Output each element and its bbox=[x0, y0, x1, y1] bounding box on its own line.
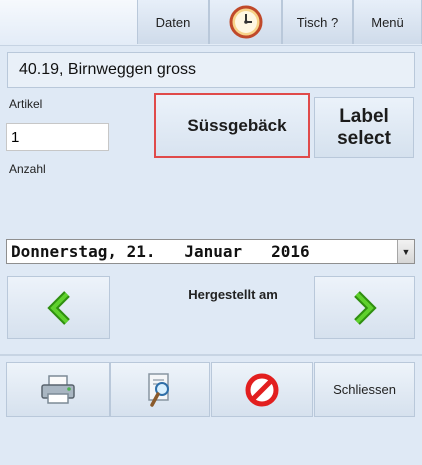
table-button[interactable]: Tisch ? bbox=[282, 0, 353, 44]
label-select-button[interactable]: Label select bbox=[314, 97, 414, 158]
amount-input[interactable] bbox=[6, 123, 109, 151]
cancel-button[interactable] bbox=[211, 362, 313, 417]
selected-date: Donnerstag, 21. Januar 2016 bbox=[11, 242, 310, 261]
time-button[interactable] bbox=[209, 0, 282, 44]
search-button[interactable] bbox=[110, 362, 210, 417]
production-date-select[interactable]: Donnerstag, 21. Januar 2016 ▼ bbox=[6, 239, 415, 264]
top-toolbar: Daten Tisch ? Menü bbox=[0, 0, 422, 46]
chevron-left-icon bbox=[46, 290, 70, 325]
table-button-label: Tisch ? bbox=[296, 14, 339, 30]
chevron-right-icon bbox=[353, 290, 377, 325]
dropdown-arrow-icon[interactable]: ▼ bbox=[397, 240, 414, 263]
produced-on-label: Hergestellt am bbox=[188, 287, 278, 302]
next-date-button[interactable] bbox=[314, 276, 415, 339]
category-button[interactable]: Süssgebäck bbox=[154, 93, 310, 158]
clock-icon bbox=[229, 5, 262, 39]
menu-button-label: Menü bbox=[371, 14, 404, 30]
menu-button[interactable]: Menü bbox=[353, 0, 422, 44]
amount-label: Anzahl bbox=[9, 162, 46, 176]
close-button[interactable]: Schliessen bbox=[314, 362, 415, 417]
section-divider bbox=[0, 354, 422, 356]
data-button-label: Daten bbox=[155, 14, 191, 30]
previous-date-button[interactable] bbox=[7, 276, 110, 339]
article-name: 40.19, Birnweggen gross bbox=[19, 61, 196, 78]
article-name-display: 40.19, Birnweggen gross bbox=[7, 52, 415, 88]
search-document-icon bbox=[148, 372, 169, 407]
printer-icon bbox=[41, 374, 75, 404]
data-button[interactable]: Daten bbox=[137, 0, 209, 44]
close-button-label: Schliessen bbox=[333, 382, 396, 397]
label-select-text: Label select bbox=[337, 105, 391, 149]
no-entry-icon bbox=[245, 373, 279, 406]
article-label: Artikel bbox=[9, 97, 43, 111]
category-name: Süssgebäck bbox=[187, 115, 287, 135]
print-button[interactable] bbox=[6, 362, 110, 417]
